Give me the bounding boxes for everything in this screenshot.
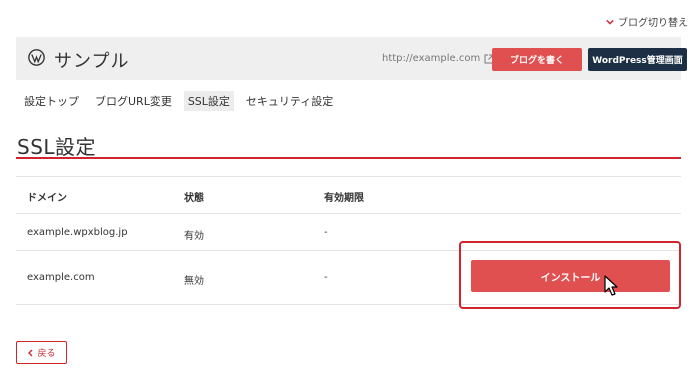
back-button-label: 戻る	[37, 349, 56, 359]
header-domain: ドメイン	[27, 193, 67, 204]
chevron-left-icon	[28, 349, 33, 356]
site-name: サンプル	[54, 51, 130, 72]
site-url-text: http://example.com	[382, 53, 481, 64]
tab-security[interactable]: セキュリティ設定	[242, 91, 337, 111]
tab-blog-url[interactable]: ブログURL変更	[91, 91, 176, 111]
tab-settings-top[interactable]: 設定トップ	[20, 91, 83, 111]
chevron-down-icon	[606, 19, 614, 25]
title-divider	[16, 157, 681, 159]
table-header-row: ドメイン 状態 有効期限	[16, 176, 681, 214]
wordpress-logo-icon	[28, 49, 45, 66]
tab-ssl[interactable]: SSL設定	[183, 91, 234, 111]
row-status: 無効	[184, 276, 204, 287]
row-expiry: -	[324, 227, 328, 238]
back-button[interactable]: 戻る	[16, 341, 67, 364]
site-url-link[interactable]: http://example.com	[382, 53, 494, 64]
row-expiry: -	[324, 272, 328, 283]
header-status: 状態	[184, 193, 204, 204]
wordpress-admin-button[interactable]: WordPress管理画面	[588, 48, 687, 71]
blog-switch-label: ブログ切り替え	[618, 18, 688, 29]
blog-switch-link[interactable]: ブログ切り替え	[606, 14, 688, 29]
site-header: サンプル http://example.com ブログを書く WordPress…	[16, 37, 687, 80]
write-blog-button[interactable]: ブログを書く	[492, 48, 582, 71]
mouse-pointer-icon	[604, 275, 618, 296]
row-domain: example.com	[27, 272, 95, 283]
settings-tabs: 設定トップ ブログURL変更 SSL設定 セキュリティ設定	[20, 91, 345, 111]
header-expiry: 有効期限	[324, 193, 364, 204]
row-status: 有効	[184, 231, 204, 242]
row-domain: example.wpxblog.jp	[27, 227, 128, 238]
install-button[interactable]: インストール	[471, 260, 670, 292]
page-title: SSL設定	[17, 135, 97, 159]
